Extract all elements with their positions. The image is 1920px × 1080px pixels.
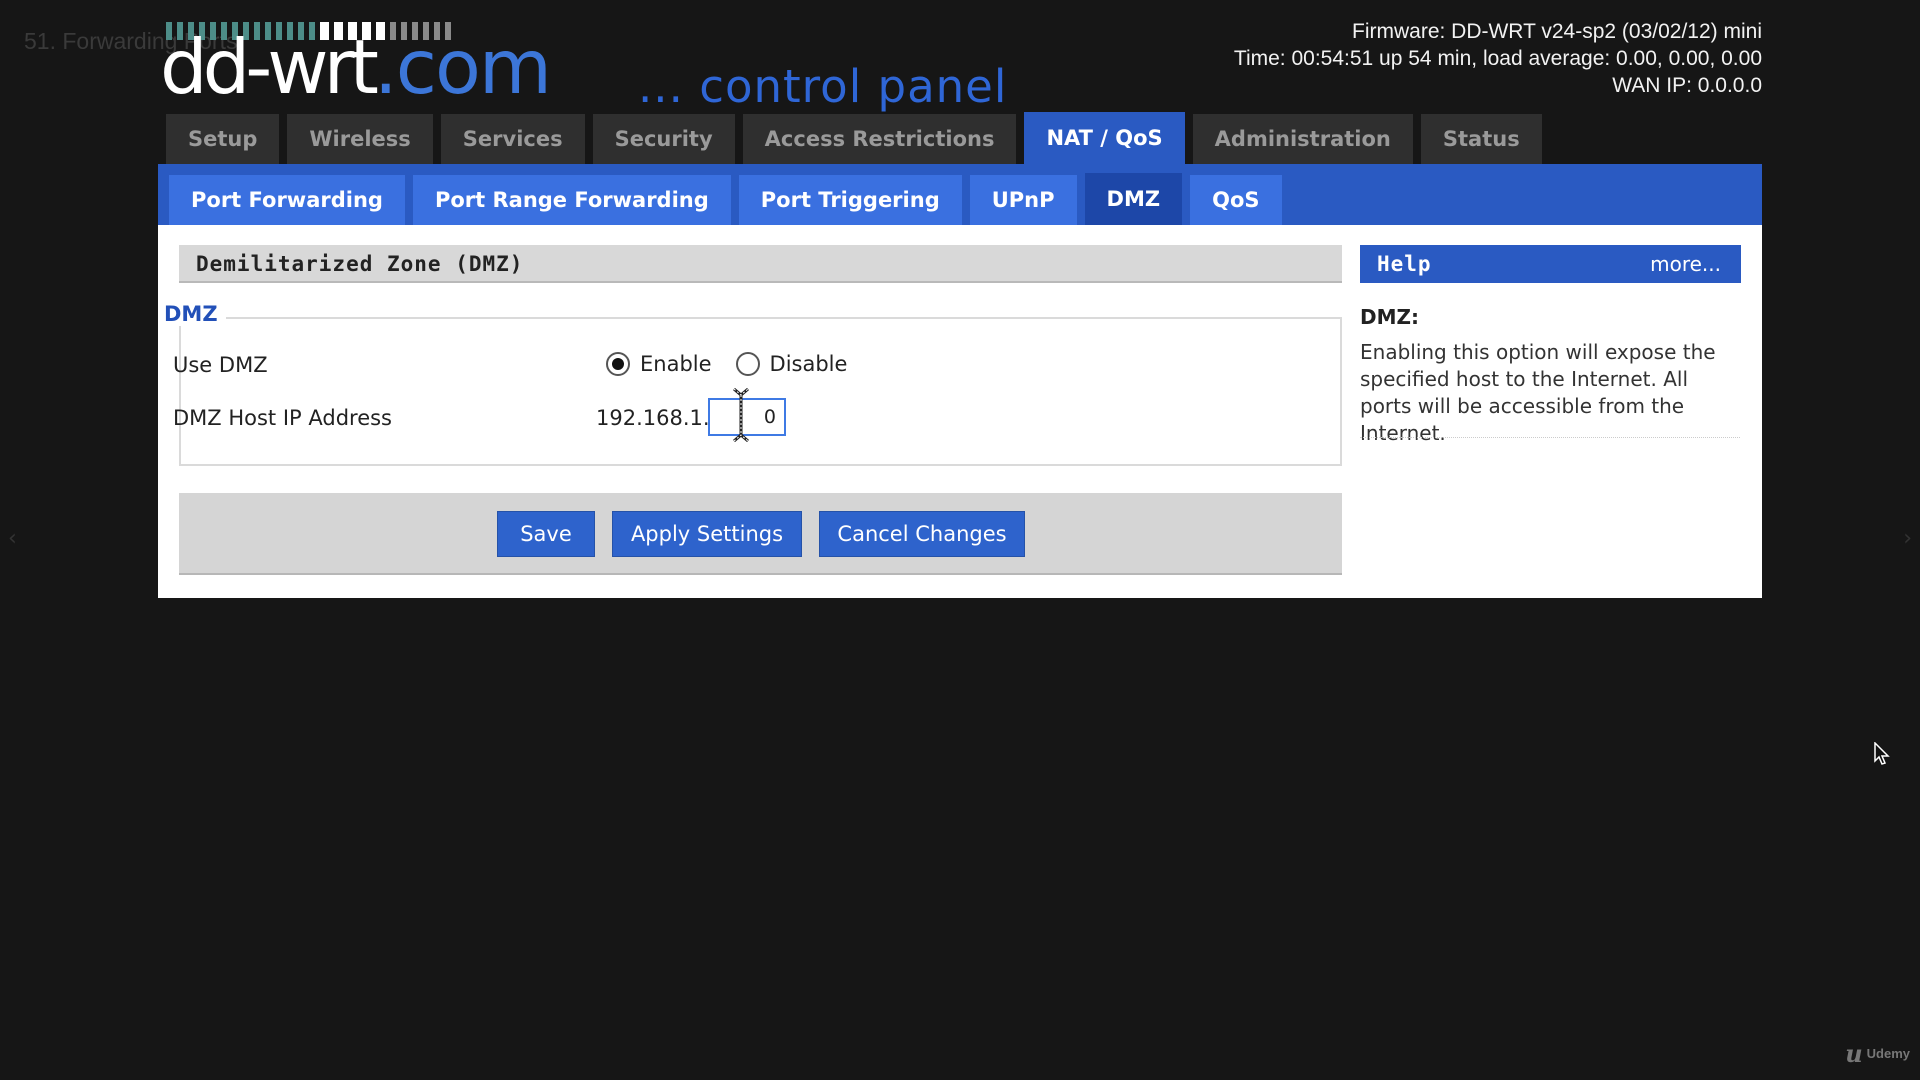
tab-status[interactable]: Status — [1420, 114, 1542, 164]
subtab-port-forwarding[interactable]: Port Forwarding — [169, 175, 405, 225]
wan-ip-info: WAN IP: 0.0.0.0 — [1612, 74, 1762, 97]
use-dmz-label: Use DMZ — [173, 353, 268, 377]
disable-radio[interactable] — [735, 352, 760, 376]
logo: dd-wrt.com — [160, 30, 552, 105]
subtab-port-range-forwarding[interactable]: Port Range Forwarding — [412, 175, 731, 225]
main-tabs: Setup Wireless Services Security Access … — [166, 112, 1542, 164]
tab-nat-qos[interactable]: NAT / QoS — [1024, 112, 1185, 164]
tab-wireless[interactable]: Wireless — [287, 114, 433, 164]
next-arrow-icon[interactable]: › — [1903, 526, 1912, 551]
use-dmz-radio-group: Enable Disable — [606, 352, 871, 376]
section-title: Demilitarized Zone (DMZ) — [179, 245, 1342, 283]
tab-security[interactable]: Security — [592, 114, 735, 164]
tab-access-restrictions[interactable]: Access Restrictions — [742, 114, 1017, 164]
udemy-watermark: u Udemy — [1845, 1039, 1910, 1068]
help-text: Enabling this option will expose the spe… — [1360, 340, 1716, 445]
subtab-upnp[interactable]: UPnP — [969, 175, 1077, 225]
i-beam-cursor-icon — [733, 387, 749, 443]
uptime-info: Time: 00:54:51 up 54 min, load average: … — [1233, 47, 1762, 70]
help-topic: DMZ: — [1360, 305, 1420, 329]
tab-services[interactable]: Services — [440, 114, 585, 164]
button-bar: Save Apply Settings Cancel Changes — [179, 493, 1342, 575]
apply-settings-button[interactable]: Apply Settings — [612, 511, 802, 557]
save-button[interactable]: Save — [497, 511, 595, 557]
tab-administration[interactable]: Administration — [1192, 114, 1413, 164]
help-divider — [1360, 437, 1740, 438]
subtab-qos[interactable]: QoS — [1190, 175, 1282, 225]
disable-label[interactable]: Disable — [770, 352, 848, 376]
logo-main: dd-wrt — [160, 23, 379, 111]
enable-radio[interactable] — [606, 352, 630, 376]
fieldset-legend: DMZ — [164, 302, 226, 326]
help-more-link[interactable]: more... — [1650, 252, 1721, 276]
logo-domain: .com — [373, 23, 552, 111]
ip-prefix: 192.168.1. — [596, 406, 710, 430]
dmz-fieldset — [179, 317, 1342, 466]
header: dd-wrt.com ... control panel Firmware: D… — [158, 0, 1762, 113]
router-control-panel: dd-wrt.com ... control panel Firmware: D… — [158, 0, 1762, 598]
cancel-changes-button[interactable]: Cancel Changes — [819, 511, 1025, 557]
help-header: Help more... — [1360, 245, 1741, 283]
udemy-logo-icon: u — [1845, 1039, 1863, 1068]
udemy-brand: Udemy — [1866, 1046, 1910, 1061]
subtab-dmz[interactable]: DMZ — [1084, 173, 1183, 225]
help-title: Help — [1377, 252, 1432, 276]
mouse-pointer-icon — [1874, 742, 1890, 765]
sub-tabs: Port Forwarding Port Range Forwarding Po… — [158, 164, 1762, 225]
panel-title: ... control panel — [638, 60, 1008, 113]
subtab-port-triggering[interactable]: Port Triggering — [738, 175, 962, 225]
tab-setup[interactable]: Setup — [166, 114, 280, 164]
host-ip-label: DMZ Host IP Address — [173, 406, 393, 430]
firmware-info: Firmware: DD-WRT v24-sp2 (03/02/12) mini — [1352, 20, 1762, 43]
enable-label[interactable]: Enable — [640, 352, 712, 376]
previous-arrow-icon[interactable]: ‹ — [8, 526, 17, 551]
content-area: Demilitarized Zone (DMZ) DMZ Use DMZ Ena… — [158, 225, 1762, 598]
status-info: Firmware: DD-WRT v24-sp2 (03/02/12) mini… — [1234, 18, 1762, 99]
